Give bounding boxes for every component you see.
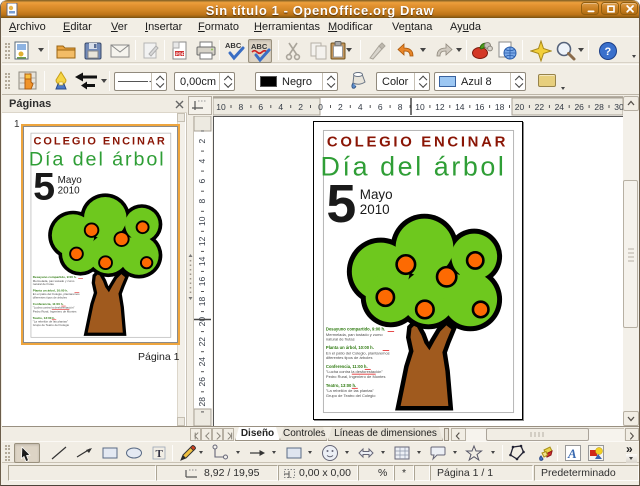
svg-text:22: 22 <box>197 337 207 347</box>
svg-text:16: 16 <box>197 277 207 287</box>
svg-text:20: 20 <box>515 102 525 112</box>
svg-text:4: 4 <box>197 158 207 163</box>
svg-text:26: 26 <box>574 102 584 112</box>
svg-text:2: 2 <box>298 102 303 112</box>
svg-text:2: 2 <box>197 138 207 143</box>
svg-text:8: 8 <box>398 102 403 112</box>
svg-text:14: 14 <box>455 102 465 112</box>
svg-text:?: ? <box>605 46 612 58</box>
svg-text:28: 28 <box>594 102 604 112</box>
svg-text:24: 24 <box>555 102 565 112</box>
svg-text:16: 16 <box>475 102 485 112</box>
svg-text:10: 10 <box>415 102 425 112</box>
svg-text:T: T <box>156 448 164 460</box>
svg-text:26: 26 <box>197 377 207 387</box>
svg-text:12: 12 <box>435 102 445 112</box>
svg-text:ABC: ABC <box>225 41 242 50</box>
svg-text:ABC: ABC <box>251 42 268 51</box>
svg-text:12: 12 <box>197 236 207 246</box>
svg-text:10: 10 <box>197 216 207 226</box>
svg-text:24: 24 <box>197 357 207 367</box>
svg-text:A: A <box>567 446 577 461</box>
svg-text:6: 6 <box>378 102 383 112</box>
svg-text:4: 4 <box>278 102 283 112</box>
svg-text:22: 22 <box>535 102 545 112</box>
svg-text:PDF: PDF <box>176 52 185 57</box>
svg-text:18: 18 <box>197 297 207 307</box>
svg-text:4: 4 <box>358 102 363 112</box>
svg-text:0: 0 <box>318 102 323 112</box>
svg-text:2: 2 <box>338 102 343 112</box>
svg-text:10: 10 <box>216 102 226 112</box>
svg-text:6: 6 <box>258 102 263 112</box>
svg-text:6: 6 <box>197 179 207 184</box>
svg-text:28: 28 <box>197 397 207 407</box>
svg-text:8: 8 <box>239 102 244 112</box>
svg-text:14: 14 <box>197 256 207 266</box>
svg-text:18: 18 <box>495 102 505 112</box>
svg-text:30: 30 <box>614 102 623 112</box>
svg-text:20: 20 <box>197 317 207 327</box>
svg-text:8: 8 <box>197 199 207 204</box>
